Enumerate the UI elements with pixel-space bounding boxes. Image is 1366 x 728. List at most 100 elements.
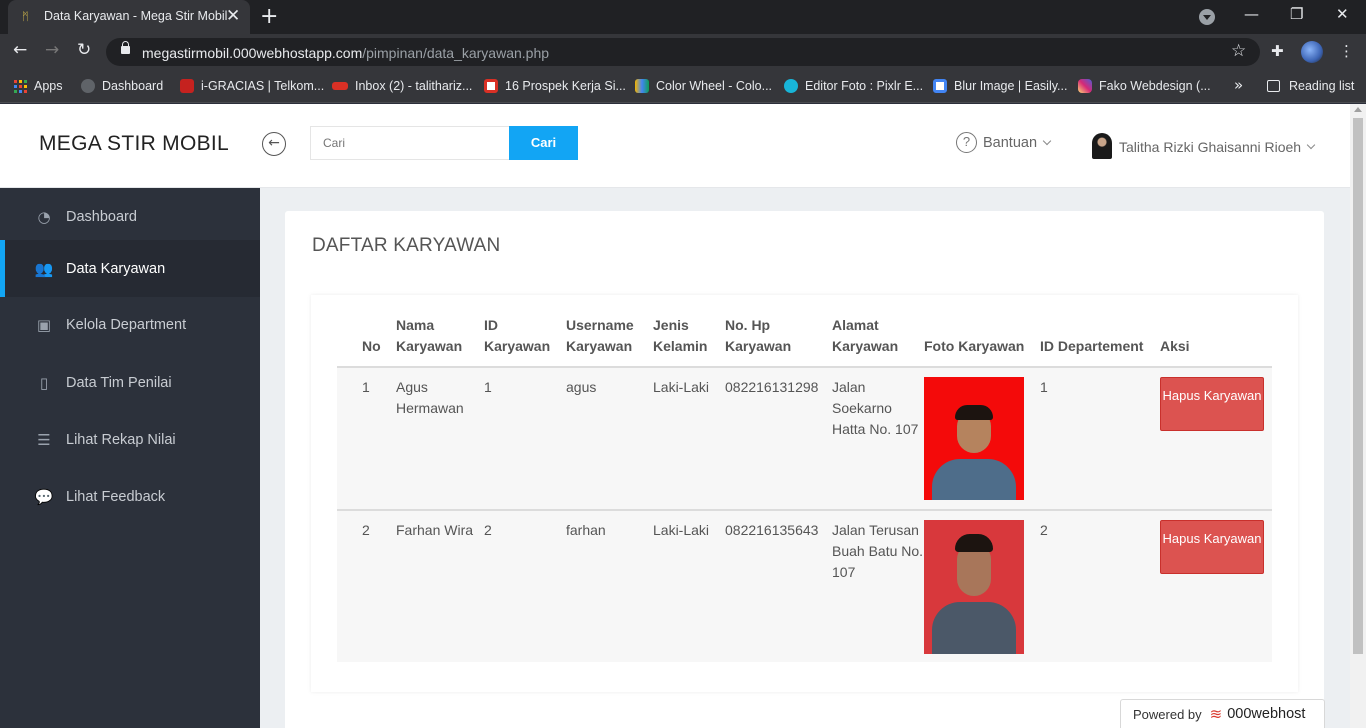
sidebar-item-label: Data Tim Penilai: [66, 374, 172, 391]
browser-tab-strip: ᛗ Data Karyawan - Mega Stir Mobil ✕ + — …: [0, 0, 1366, 34]
employee-photo: [924, 377, 1024, 500]
chevron-down-icon: [1306, 140, 1316, 150]
column-header: Foto Karyawan: [924, 309, 1040, 368]
instagram-favicon: [1078, 79, 1092, 93]
top-header: MEGA STIR MOBIL ← Cari ? Bantuan Talitha…: [0, 104, 1350, 188]
photo-hair: [955, 534, 993, 552]
bookmark-color-wheel[interactable]: Color Wheel - Colo...: [635, 77, 772, 95]
bookmark-label: Dashboard: [102, 79, 164, 93]
hapus-karyawan-button[interactable]: Hapus Karyawan: [1160, 520, 1264, 574]
reload-icon[interactable]: ↻: [77, 40, 91, 60]
cell-nama: Agus Hermawan: [396, 367, 484, 511]
table-row: 1 Agus Hermawan 1 agus Laki-Laki 0822161…: [337, 367, 1272, 511]
sidebar-item-data-tim-penilai[interactable]: ▯ Data Tim Penilai: [0, 354, 260, 411]
chevron-down-icon: [1042, 136, 1052, 145]
list-icon: ☰: [37, 430, 51, 449]
bookmark-label: Blur Image | Easily...: [954, 79, 1068, 93]
bookmarks-overflow-icon[interactable]: »: [1234, 76, 1243, 94]
restore-icon[interactable]: ❐: [1290, 5, 1303, 23]
address-bar-row: ← → ↻ megastirmobil.000webhostapp.com/pi…: [0, 34, 1366, 70]
sidebar-item-lihat-feedback[interactable]: 💬 Lihat Feedback: [0, 468, 260, 525]
blur-favicon: [933, 79, 947, 93]
column-header: Alamat Karyawan: [832, 309, 924, 368]
search-button[interactable]: Cari: [509, 126, 578, 160]
sidebar-item-dashboard[interactable]: ◔ Dashboard: [0, 188, 260, 245]
home-favicon: [484, 79, 498, 93]
photo-hair: [955, 405, 993, 420]
sidebar-item-lihat-rekap-nilai[interactable]: ☰ Lihat Rekap Nilai: [0, 411, 260, 468]
tab-title: Data Karyawan - Mega Stir Mobil: [44, 9, 228, 23]
sidebar-toggle-back-icon[interactable]: ←: [262, 132, 286, 156]
forward-icon[interactable]: →: [45, 40, 59, 60]
cell-no: 1: [337, 367, 396, 511]
search-input[interactable]: [310, 126, 510, 160]
bookmark-prospek[interactable]: 16 Prospek Kerja Si...: [484, 77, 626, 95]
url-host: megastirmobil.000webhostapp.com: [142, 45, 363, 61]
powered-by-label: Powered by: [1133, 706, 1202, 722]
bookmark-label: Color Wheel - Colo...: [656, 79, 773, 93]
cell-aksi: Hapus Karyawan: [1160, 510, 1272, 662]
host-brand: 000webhost: [1227, 706, 1306, 722]
apps-grid-icon: [14, 79, 27, 93]
employee-list-card: DAFTAR KARYAWAN No Nama Karyawan ID Kary…: [285, 211, 1324, 728]
sidebar-item-data-karyawan[interactable]: 👥 Data Karyawan: [0, 240, 260, 297]
cell-username: agus: [566, 367, 653, 511]
page-scrollbar[interactable]: [1350, 104, 1366, 728]
column-header: Jenis Kelamin: [653, 309, 725, 368]
cell-nama: Farhan Wira: [396, 510, 484, 662]
help-dropdown[interactable]: ? Bantuan: [956, 132, 1052, 153]
profile-avatar-icon[interactable]: [1301, 41, 1323, 63]
minimize-icon[interactable]: —: [1244, 5, 1259, 23]
bookmark-label: Apps: [34, 79, 63, 93]
close-window-icon[interactable]: ✕: [1336, 5, 1349, 23]
cell-hp: 082216131298: [725, 367, 832, 511]
sidebar-item-label: Dashboard: [66, 208, 137, 225]
lock-icon[interactable]: [121, 41, 130, 54]
dashboard-favicon: [81, 79, 95, 93]
bookmark-star-icon[interactable]: ☆: [1231, 41, 1246, 61]
reading-list-label: Reading list: [1289, 79, 1355, 93]
menu-kebab-icon[interactable]: ⋮: [1339, 42, 1354, 60]
bookmark-label: Inbox (2) - talithariz...: [355, 79, 473, 93]
table-container: No Nama Karyawan ID Karyawan Username Ka…: [311, 295, 1298, 692]
bookmark-blur[interactable]: Blur Image | Easily...: [933, 77, 1067, 95]
brand-logo[interactable]: MEGA STIR MOBIL: [39, 132, 229, 156]
bookmark-apps[interactable]: Apps: [14, 77, 63, 95]
users-icon: 👥: [34, 259, 54, 278]
hapus-karyawan-button[interactable]: Hapus Karyawan: [1160, 377, 1264, 431]
tab-close-icon[interactable]: ✕: [226, 6, 240, 26]
sidebar-item-kelola-department[interactable]: ▣ Kelola Department: [0, 296, 260, 353]
extensions-icon[interactable]: ✚: [1271, 42, 1284, 60]
sidebar: ◔ Dashboard 👥 Data Karyawan ▣ Kelola Dep…: [0, 188, 260, 728]
bookmark-fako[interactable]: Fako Webdesign (...: [1078, 77, 1211, 95]
bookmarks-bar: Apps Dashboard i-GRACIAS | Telkom... Inb…: [0, 70, 1366, 103]
user-menu[interactable]: Talitha Rizki Ghaisanni Rioeh: [1092, 133, 1316, 159]
scroll-up-arrow-icon[interactable]: [1354, 107, 1362, 112]
browser-tab[interactable]: ᛗ Data Karyawan - Mega Stir Mobil ✕: [8, 0, 250, 34]
back-icon[interactable]: ←: [13, 40, 27, 60]
powered-by-badge[interactable]: Powered by ≋ 000webhost: [1120, 699, 1325, 728]
dashboard-icon: ◔: [37, 207, 51, 226]
bookmark-igracias[interactable]: i-GRACIAS | Telkom...: [180, 77, 324, 95]
cell-no: 2: [337, 510, 396, 662]
column-header: ID Departement: [1040, 309, 1160, 368]
cell-foto: [924, 510, 1040, 662]
sidebar-item-label: Lihat Rekap Nilai: [66, 431, 176, 448]
new-tab-icon[interactable]: +: [260, 4, 278, 29]
bookmark-label: Fako Webdesign (...: [1099, 79, 1211, 93]
photo-shirt: [932, 459, 1016, 500]
employee-photo: [924, 520, 1024, 654]
reading-list-button[interactable]: Reading list: [1267, 77, 1354, 95]
bookmark-pixlr[interactable]: Editor Foto : Pixlr E...: [784, 77, 923, 95]
url-field[interactable]: megastirmobil.000webhostapp.com/pimpinan…: [106, 38, 1260, 66]
cell-jenis-kelamin: Laki-Laki: [653, 510, 725, 662]
site-favicon-icon: ᛗ: [22, 10, 29, 23]
tab-search-icon[interactable]: [1199, 9, 1215, 25]
cell-hp: 082216135643: [725, 510, 832, 662]
scrollbar-thumb[interactable]: [1353, 118, 1363, 654]
cell-jenis-kelamin: Laki-Laki: [653, 367, 725, 511]
bookmark-inbox[interactable]: Inbox (2) - talithariz...: [332, 77, 472, 95]
cell-id-dept: 1: [1040, 367, 1160, 511]
bookmark-dashboard[interactable]: Dashboard: [81, 77, 163, 95]
column-header: No: [337, 309, 396, 368]
